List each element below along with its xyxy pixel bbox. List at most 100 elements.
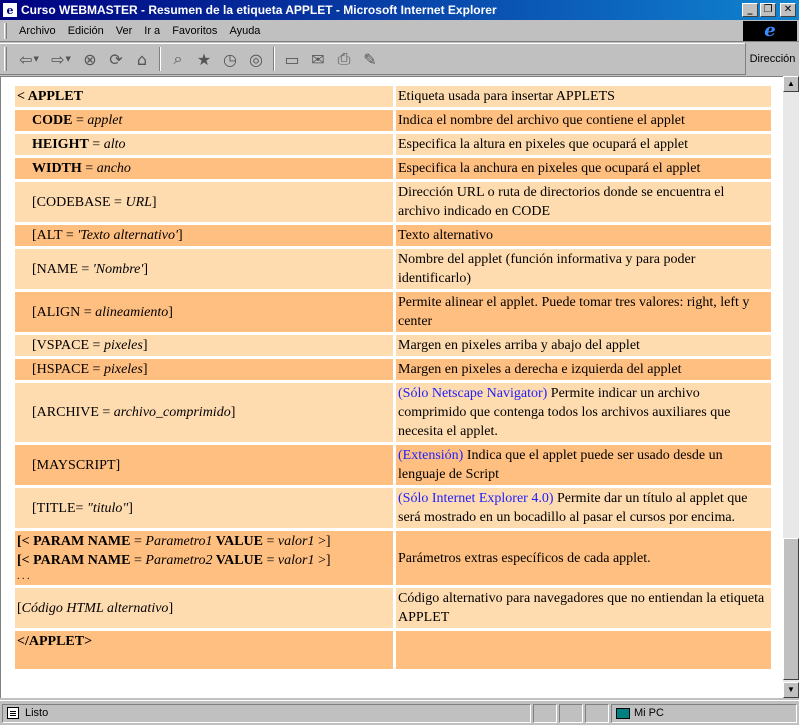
table-row: [CODEBASE = URL] Dirección URL o ruta de… xyxy=(15,182,771,222)
table-row: [HSPACE = pixeles] Margen en pixeles a d… xyxy=(15,359,771,380)
table-row: [Código HTML alternativo] Código alterna… xyxy=(15,588,771,628)
table-row: [ALIGN = alineamiento] Permite alinear e… xyxy=(15,292,771,332)
scroll-up-arrow-icon[interactable]: ▲ xyxy=(783,76,799,92)
table-row: CODE = applet Indica el nombre del archi… xyxy=(15,110,771,131)
print-icon[interactable]: ⎙ xyxy=(331,46,357,72)
desc-cell: Código alternativo para navegadores que … xyxy=(393,588,771,628)
desc-cell: Nombre del applet (función informativa y… xyxy=(393,249,771,289)
table-row: WIDTH = ancho Especifica la anchura en p… xyxy=(15,158,771,179)
maximize-button[interactable]: ❐ xyxy=(760,3,776,17)
page-content: < APPLET Etiqueta usada para insertar AP… xyxy=(0,76,783,698)
status-bar: Listo Mi PC xyxy=(0,700,799,725)
desc-cell: Margen en pixeles a derecha e izquierda … xyxy=(393,359,771,380)
table-row: [ARCHIVE = archivo_comprimido] (Sólo Net… xyxy=(15,383,771,442)
desc-cell: Dirección URL o ruta de directorios dond… xyxy=(393,182,771,222)
address-label[interactable]: Dirección xyxy=(745,43,799,75)
desc-cell: (Sólo Netscape Navigator) Permite indica… xyxy=(393,383,771,442)
attr-cell: HEIGHT = alto xyxy=(15,134,393,155)
menu-bar: Archivo Edición Ver Ir a Favoritos Ayuda… xyxy=(0,20,799,42)
edit-icon[interactable]: ✎ xyxy=(357,46,383,72)
ie-logo-icon: e xyxy=(743,21,797,41)
desc-cell: Indica el nombre del archivo que contien… xyxy=(393,110,771,131)
status-zone: Mi PC xyxy=(611,703,797,723)
desc-cell: Margen en pixeles arriba y abajo del app… xyxy=(393,335,771,356)
table-row: [ALT = 'Texto alternativo'] Texto altern… xyxy=(15,225,771,246)
attr-cell: CODE = applet xyxy=(15,110,393,131)
title-bar: e Curso WEBMASTER - Resumen de la etique… xyxy=(0,0,799,20)
table-row: < APPLET Etiqueta usada para insertar AP… xyxy=(15,86,771,107)
param-ellipsis: . . . xyxy=(17,571,30,582)
page-icon xyxy=(7,707,19,719)
status-text: Listo xyxy=(25,707,49,719)
status-cell xyxy=(533,703,557,723)
status-cell xyxy=(585,703,609,723)
attr-cell: [MAYSCRIPT] xyxy=(15,445,393,485)
attr-cell: [ALT = 'Texto alternativo'] xyxy=(15,225,393,246)
attr-cell: WIDTH = ancho xyxy=(15,158,393,179)
table-row: [TITLE= "titulo"] (Sólo Internet Explore… xyxy=(15,488,771,528)
scrollbar-thumb[interactable] xyxy=(783,538,799,680)
table-row: HEIGHT = alto Especifica la altura en pi… xyxy=(15,134,771,155)
menu-favoritos[interactable]: Favoritos xyxy=(166,25,223,37)
attr-cell: [ARCHIVE = archivo_comprimido] xyxy=(15,383,393,442)
toolbar: ⇦ ▼ ⇨ ▼ ⊗ ⟳ ⌂ ⌕ ★ ◷ ◎ ▭ ✉ ⎙ ✎ xyxy=(0,43,799,75)
desc-cell: Permite alinear el applet. Puede tomar t… xyxy=(393,292,771,332)
menu-grip xyxy=(4,22,7,39)
param-line-1: [< PARAM NAME = Parametro1 VALUE = valor… xyxy=(17,534,331,549)
toolbar-separator xyxy=(159,47,161,71)
applet-table: < APPLET Etiqueta usada para insertar AP… xyxy=(15,83,771,672)
browser-note: (Extensión) xyxy=(398,448,464,463)
toolbar-grip xyxy=(4,47,7,71)
param-line-2: [< PARAM NAME = Parametro2 VALUE = valor… xyxy=(17,553,331,568)
attr-cell: </APPLET> xyxy=(15,631,393,669)
my-computer-icon xyxy=(616,707,630,719)
forward-icon[interactable]: ⇨ ▼ xyxy=(45,46,77,72)
toolbar-separator xyxy=(273,47,275,71)
table-row: </APPLET> xyxy=(15,631,771,669)
desc-cell: Etiqueta usada para insertar APPLETS xyxy=(393,86,771,107)
attr-cell: [ALIGN = alineamiento] xyxy=(15,292,393,332)
home-icon[interactable]: ⌂ xyxy=(129,46,155,72)
vertical-scrollbar[interactable]: ▲ ▼ xyxy=(783,76,799,698)
channels-icon[interactable]: ◎ xyxy=(243,46,269,72)
desc-cell: (Extensión) Indica que el applet puede s… xyxy=(393,445,771,485)
fullscreen-icon[interactable]: ▭ xyxy=(279,46,305,72)
desc-cell: (Sólo Internet Explorer 4.0) Permite dar… xyxy=(393,488,771,528)
back-icon[interactable]: ⇦ ▼ xyxy=(13,46,45,72)
history-icon[interactable]: ◷ xyxy=(217,46,243,72)
desc-cell: Especifica la anchura en pixeles que ocu… xyxy=(393,158,771,179)
search-icon[interactable]: ⌕ xyxy=(165,46,191,72)
zone-text: Mi PC xyxy=(634,707,664,719)
attr-cell: [CODEBASE = URL] xyxy=(15,182,393,222)
table-row: [MAYSCRIPT] (Extensión) Indica que el ap… xyxy=(15,445,771,485)
stop-icon[interactable]: ⊗ xyxy=(77,46,103,72)
desc-cell: Parámetros extras específicos de cada ap… xyxy=(393,531,771,585)
attr-cell: [NAME = 'Nombre'] xyxy=(15,249,393,289)
menu-archivo[interactable]: Archivo xyxy=(13,25,62,37)
browser-note: (Sólo Netscape Navigator) xyxy=(398,386,548,401)
refresh-icon[interactable]: ⟳ xyxy=(103,46,129,72)
attr-cell: [< PARAM NAME = Parametro1 VALUE = valor… xyxy=(15,531,393,585)
status-main: Listo xyxy=(2,703,531,723)
status-cell xyxy=(559,703,583,723)
mail-icon[interactable]: ✉ xyxy=(305,46,331,72)
attr-cell: < APPLET xyxy=(15,86,393,107)
scroll-down-arrow-icon[interactable]: ▼ xyxy=(783,682,799,698)
table-row: [< PARAM NAME = Parametro1 VALUE = valor… xyxy=(15,531,771,585)
desc-cell: Especifica la altura en pixeles que ocup… xyxy=(393,134,771,155)
menu-ver[interactable]: Ver xyxy=(110,25,139,37)
minimize-button[interactable]: _ xyxy=(742,3,758,17)
browser-note: (Sólo Internet Explorer 4.0) xyxy=(398,491,554,506)
attr-cell: [TITLE= "titulo"] xyxy=(15,488,393,528)
window-title: Curso WEBMASTER - Resumen de la etiqueta… xyxy=(21,3,497,17)
attr-cell: [VSPACE = pixeles] xyxy=(15,335,393,356)
menu-ir-a[interactable]: Ir a xyxy=(138,25,166,37)
attr-cell: [HSPACE = pixeles] xyxy=(15,359,393,380)
menu-ayuda[interactable]: Ayuda xyxy=(223,25,266,37)
favorites-icon[interactable]: ★ xyxy=(191,46,217,72)
attr-cell: [Código HTML alternativo] xyxy=(15,588,393,628)
menu-edicion[interactable]: Edición xyxy=(62,25,110,37)
close-button[interactable]: ✕ xyxy=(780,3,796,17)
table-row: [NAME = 'Nombre'] Nombre del applet (fun… xyxy=(15,249,771,289)
ie-document-icon: e xyxy=(2,2,18,18)
